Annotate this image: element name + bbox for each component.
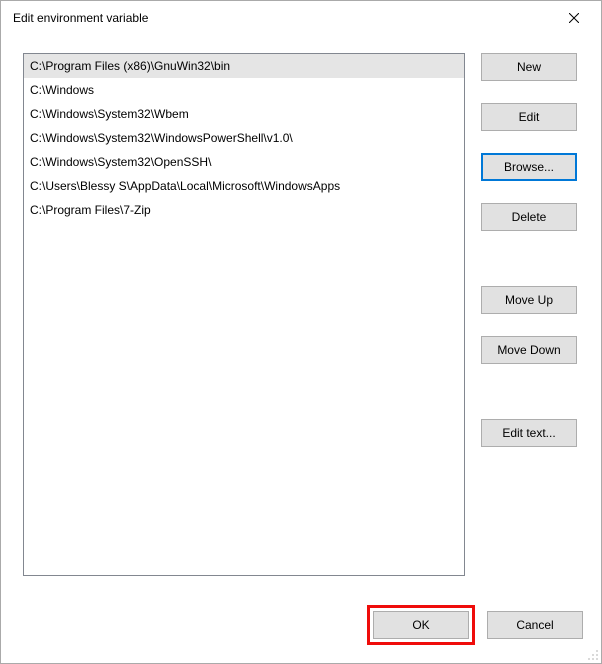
list-item[interactable]: C:\Program Files (x86)\GnuWin32\bin (24, 54, 464, 78)
list-item[interactable]: C:\Windows\System32\Wbem (24, 102, 464, 126)
edit-button[interactable]: Edit (481, 103, 577, 131)
list-item[interactable]: C:\Windows\System32\OpenSSH\ (24, 150, 464, 174)
delete-button[interactable]: Delete (481, 203, 577, 231)
move-up-button[interactable]: Move Up (481, 286, 577, 314)
button-sidebar: New Edit Browse... Delete Move Up Move D… (481, 53, 577, 591)
new-button[interactable]: New (481, 53, 577, 81)
ok-highlight-box: OK (367, 605, 475, 645)
dialog-footer: OK Cancel (1, 591, 601, 663)
path-listbox[interactable]: C:\Program Files (x86)\GnuWin32\binC:\Wi… (23, 53, 465, 576)
move-down-button[interactable]: Move Down (481, 336, 577, 364)
dialog-title: Edit environment variable (13, 11, 551, 25)
ok-button[interactable]: OK (373, 611, 469, 639)
resize-grip-icon[interactable] (587, 649, 599, 661)
dialog-content: C:\Program Files (x86)\GnuWin32\binC:\Wi… (1, 35, 601, 591)
cancel-button[interactable]: Cancel (487, 611, 583, 639)
list-item[interactable]: C:\Windows (24, 78, 464, 102)
edit-env-dialog: Edit environment variable C:\Program Fil… (0, 0, 602, 664)
close-icon (569, 13, 579, 23)
list-item[interactable]: C:\Windows\System32\WindowsPowerShell\v1… (24, 126, 464, 150)
browse-button[interactable]: Browse... (481, 153, 577, 181)
edit-text-button[interactable]: Edit text... (481, 419, 577, 447)
close-button[interactable] (551, 3, 597, 33)
list-item[interactable]: C:\Users\Blessy S\AppData\Local\Microsof… (24, 174, 464, 198)
list-item[interactable]: C:\Program Files\7-Zip (24, 198, 464, 222)
titlebar: Edit environment variable (1, 1, 601, 35)
